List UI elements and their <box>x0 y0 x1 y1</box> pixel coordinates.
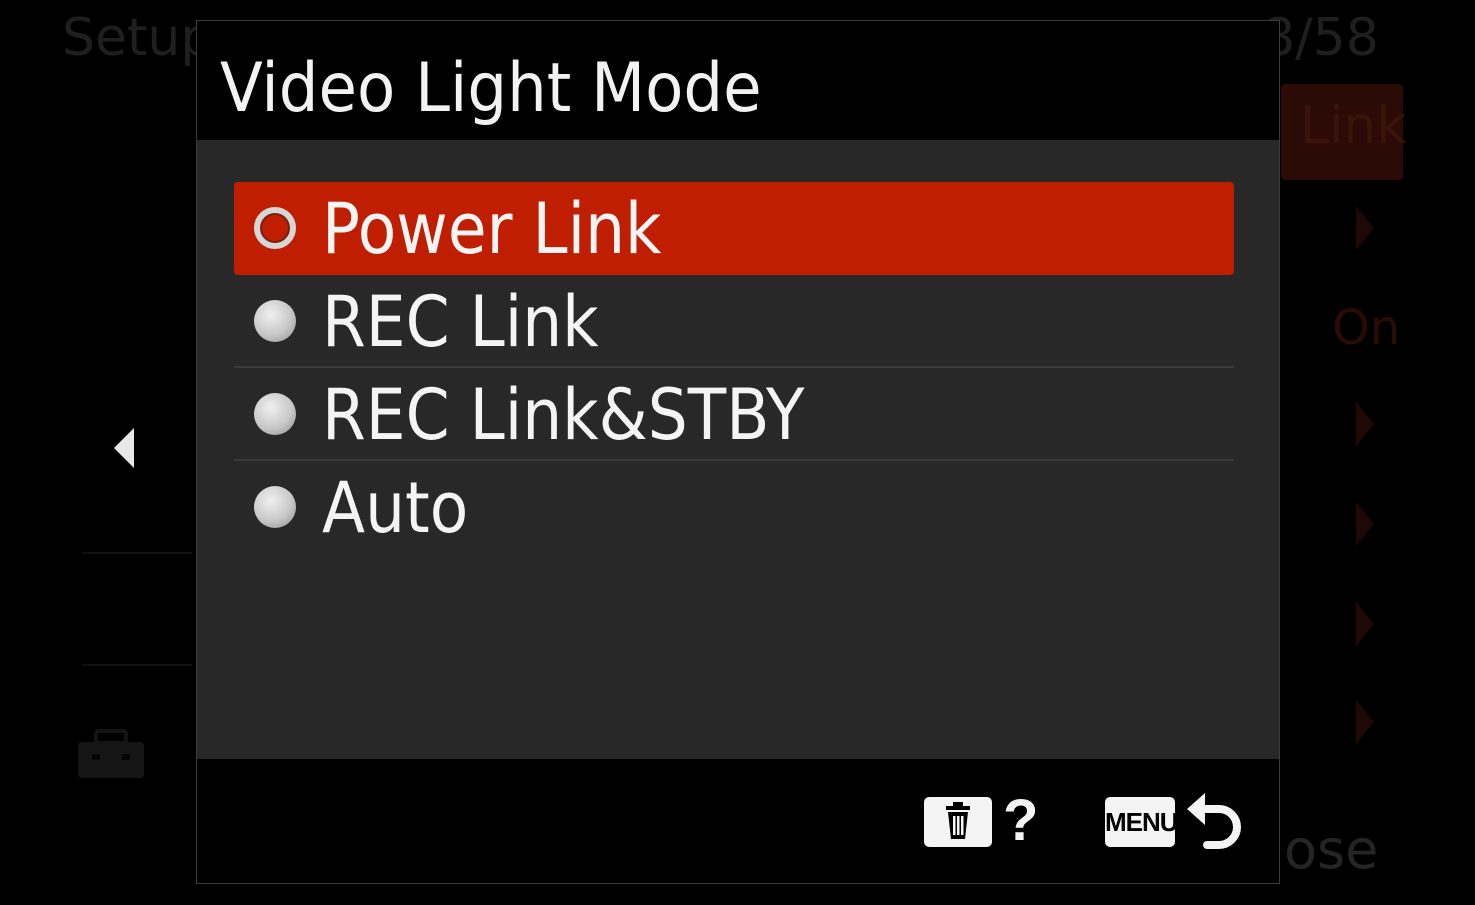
option-label: Power Link <box>322 188 662 270</box>
camera-screen: Setup 8/58 Link On ose Video Light Mode … <box>0 0 1475 905</box>
background-menu-title: Setup <box>62 8 214 68</box>
background-chevron-right-icon <box>1356 206 1374 250</box>
option-label: Auto <box>322 467 469 549</box>
background-close-hint: ose <box>1284 818 1379 881</box>
option-label: REC Link&STBY <box>322 374 805 456</box>
toolbox-icon <box>78 729 144 778</box>
radio-unselected-icon <box>254 393 296 435</box>
trash-icon <box>946 802 970 839</box>
tab-left-arrow-icon[interactable] <box>114 428 134 468</box>
dialog-footer: ? MENU <box>197 759 1279 883</box>
option-list: Power Link REC Link REC Link&STBY Auto <box>234 182 1234 554</box>
video-light-mode-dialog: Video Light Mode Power Link REC Link REC… <box>196 20 1280 884</box>
background-selected-value: Link <box>1300 96 1407 156</box>
background-divider <box>82 552 192 554</box>
dialog-header: Video Light Mode <box>197 21 1279 140</box>
background-value-on: On <box>1332 300 1401 356</box>
option-rec-link[interactable]: REC Link <box>234 275 1234 368</box>
option-power-link[interactable]: Power Link <box>234 182 1234 275</box>
option-rec-link-stby[interactable]: REC Link&STBY <box>234 368 1234 461</box>
return-arrow-icon[interactable] <box>1185 789 1245 851</box>
dialog-title: Video Light Mode <box>220 49 762 128</box>
background-chevron-right-icon <box>1356 402 1374 446</box>
background-chevron-right-icon <box>1356 700 1374 744</box>
option-auto[interactable]: Auto <box>234 461 1234 554</box>
background-chevron-right-icon <box>1356 602 1374 646</box>
radio-unselected-icon <box>254 486 296 528</box>
help-question-mark[interactable]: ? <box>1003 787 1038 854</box>
background-divider <box>82 664 192 666</box>
help-button[interactable] <box>924 797 992 847</box>
option-label: REC Link <box>322 281 599 363</box>
dialog-body: Power Link REC Link REC Link&STBY Auto <box>197 140 1279 759</box>
menu-back-button[interactable]: MENU <box>1105 797 1179 847</box>
radio-selected-icon <box>254 207 296 249</box>
radio-unselected-icon <box>254 300 296 342</box>
background-chevron-right-icon <box>1356 502 1374 546</box>
